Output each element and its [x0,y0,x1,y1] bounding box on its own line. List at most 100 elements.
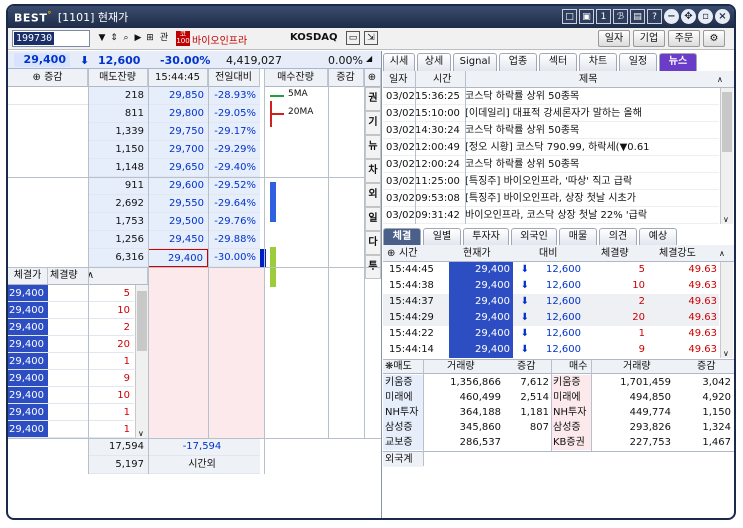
trade-scrollbar[interactable]: ∨ [720,262,733,358]
tab-chart[interactable]: 차트 [579,53,617,71]
news-item[interactable]: 03/0211:25:00 [특징주] 바이오인프라, '따상' 직고 급락 [383,173,719,190]
interest-icon[interactable]: 관 [158,32,170,44]
news-scroll-down-icon[interactable]: ∨ [723,215,729,224]
order-button[interactable]: 주문 [668,30,700,47]
scrollbar-thumb[interactable] [137,291,147,351]
stock-code-input[interactable]: 199730 [12,30,90,47]
foreign-row: 외국계 [383,451,734,467]
ask-price[interactable]: 29,800 [148,105,208,123]
search-icon[interactable]: ⌕ [120,32,132,44]
expand-icon[interactable]: ◢ [366,54,372,63]
news-item[interactable]: 03/0212:00:24 코스닥 하락률 상위 50종목 [383,156,719,173]
tab-sector-industry[interactable]: 업종 [499,53,537,71]
tab-opinion[interactable]: 의견 [599,228,637,245]
broker-row: NH투자 364,188 1,181 NH투자 449,774 1,150 [383,405,731,420]
side-button-foreign[interactable]: 외 [365,183,381,207]
ask-qty: 2,692 [88,195,148,213]
news-header: 일자 시간 제목 ∧ [383,71,734,88]
tab-detail[interactable]: 상세 [417,53,451,71]
ask-price[interactable]: 29,850 [148,87,208,105]
settings-icon[interactable]: ⚙ [703,30,725,47]
scroll-down-icon[interactable]: ∨ [138,429,144,438]
window-icon-1[interactable]: □ [562,9,577,24]
scroll-up-icon[interactable]: ∧ [717,71,723,88]
ma20-legend-line [270,113,284,115]
company-button[interactable]: 기업 [633,30,665,47]
side-button-chart[interactable]: 차 [365,159,381,183]
tick-qty: 2 [48,319,134,336]
ask-price[interactable]: 29,500 [148,213,208,231]
ask-price[interactable]: 29,600 [148,177,208,195]
tab-quote[interactable]: 시세 [383,53,415,71]
group-icon[interactable]: ⊞ [144,32,156,44]
news-item[interactable]: 03/0209:31:42 바이오인프라, 코스닥 상장 첫날 22% '급락 [383,207,719,224]
header-gap: ⊕ 증감 [8,69,88,87]
help-icon[interactable]: ? [647,9,662,24]
add-column-icon[interactable]: ⊕ [387,245,395,262]
tab-trades[interactable]: 체결 [383,228,421,245]
maximize-icon[interactable]: ▫ [698,9,713,24]
tab-volume-profile[interactable]: 매물 [559,228,597,245]
stepper-icon[interactable]: ⇕ [108,32,120,44]
down-arrow-icon: ⬇ [520,264,529,275]
ask-price[interactable]: 29,450 [148,231,208,249]
tab-daily[interactable]: 일별 [423,228,461,245]
trade-scroll-up-icon[interactable]: ∧ [719,245,725,262]
window-icon-5[interactable]: ▤ [630,9,645,24]
current-marker [260,249,266,267]
export-icon[interactable]: ⇲ [364,31,378,45]
header-add-icon[interactable]: ⊕ [364,69,381,87]
down-arrow-icon: ⬇ [520,328,529,339]
news-item[interactable]: 03/0209:53:08 [특징주] 바이오인프라, 상장 첫날 시초가 [383,190,719,207]
window-icon-2[interactable]: ▣ [579,9,594,24]
side-button-rights[interactable]: 권 [365,87,381,111]
broker-header-sgap: 증감 [517,361,536,372]
ask-price[interactable]: 29,550 [148,195,208,213]
news-item[interactable]: 03/0212:00:49 [정오 시황] 코스닥 790.99, 하락세(▼0.… [383,139,719,156]
news-scrollbar-thumb[interactable] [722,92,732,152]
header-gap2: 증감 [328,69,364,87]
ask-qty: 1,339 [88,123,148,141]
tab-foreign[interactable]: 외국인 [511,228,557,245]
window-icon-3[interactable]: 1 [596,9,611,24]
window-icon-4[interactable]: ℬ [613,9,628,24]
tab-signal[interactable]: Signal [453,53,497,71]
side-button-info[interactable]: 기 [365,111,381,135]
tab-forecast[interactable]: 예상 [639,228,677,245]
tab-investor[interactable]: 투자자 [463,228,509,245]
ask-pct: -29.17% [208,123,260,141]
side-button-news[interactable]: 뉴 [365,135,381,159]
down-arrow-icon: ⬇ [80,54,90,67]
news-scrollbar[interactable]: ∨ [720,88,733,224]
tick-list-scrollbar[interactable]: ∨ [135,285,148,438]
minimize-icon[interactable]: − [664,9,679,24]
tab-news[interactable]: 뉴스 [659,53,697,71]
price-change: 12,600 [98,54,141,67]
move-icon[interactable]: ✥ [681,9,696,24]
tab-sector[interactable]: 섹터 [539,53,577,71]
ask-price[interactable]: 29,750 [148,123,208,141]
close-icon[interactable]: × [715,9,730,24]
ask-pct: -29.52% [208,177,260,195]
down-arrow-icon: ⬇ [520,280,529,291]
side-button-multi[interactable]: 다 [365,231,381,255]
dropdown-icon[interactable]: ▼ [96,32,108,44]
ask-price[interactable]: 29,700 [148,141,208,159]
ask-qty: 1,150 [88,141,148,159]
tab-schedule[interactable]: 일정 [619,53,657,71]
trade-scroll-down-icon[interactable]: ∨ [723,349,729,358]
ask-price-current[interactable]: 29,400 [148,249,208,267]
save-icon[interactable]: ▭ [346,31,360,45]
news-item[interactable]: 03/0214:30:24 코스닥 하락률 상위 50종목 [383,122,719,139]
news-item[interactable]: 03/0215:36:25 코스닥 하락률 상위 50종목 [383,88,719,105]
ask-pct: -29.05% [208,105,260,123]
ask-price[interactable]: 29,650 [148,159,208,177]
trade-header-qty: 체결량 [601,248,629,259]
news-item[interactable]: 03/0215:10:00 [이데일리] 대표적 강세론자가 말하는 올해 [383,105,719,122]
ma5-legend-line [270,95,284,97]
daily-button[interactable]: 일자 [598,30,630,47]
play-icon[interactable]: ▶ [132,32,144,44]
tick-qty: 1 [48,421,134,438]
side-button-daily[interactable]: 일 [365,207,381,231]
trade-row: 15:44:22 29,400 ⬇ 12,600 1 49.63 [383,326,719,342]
